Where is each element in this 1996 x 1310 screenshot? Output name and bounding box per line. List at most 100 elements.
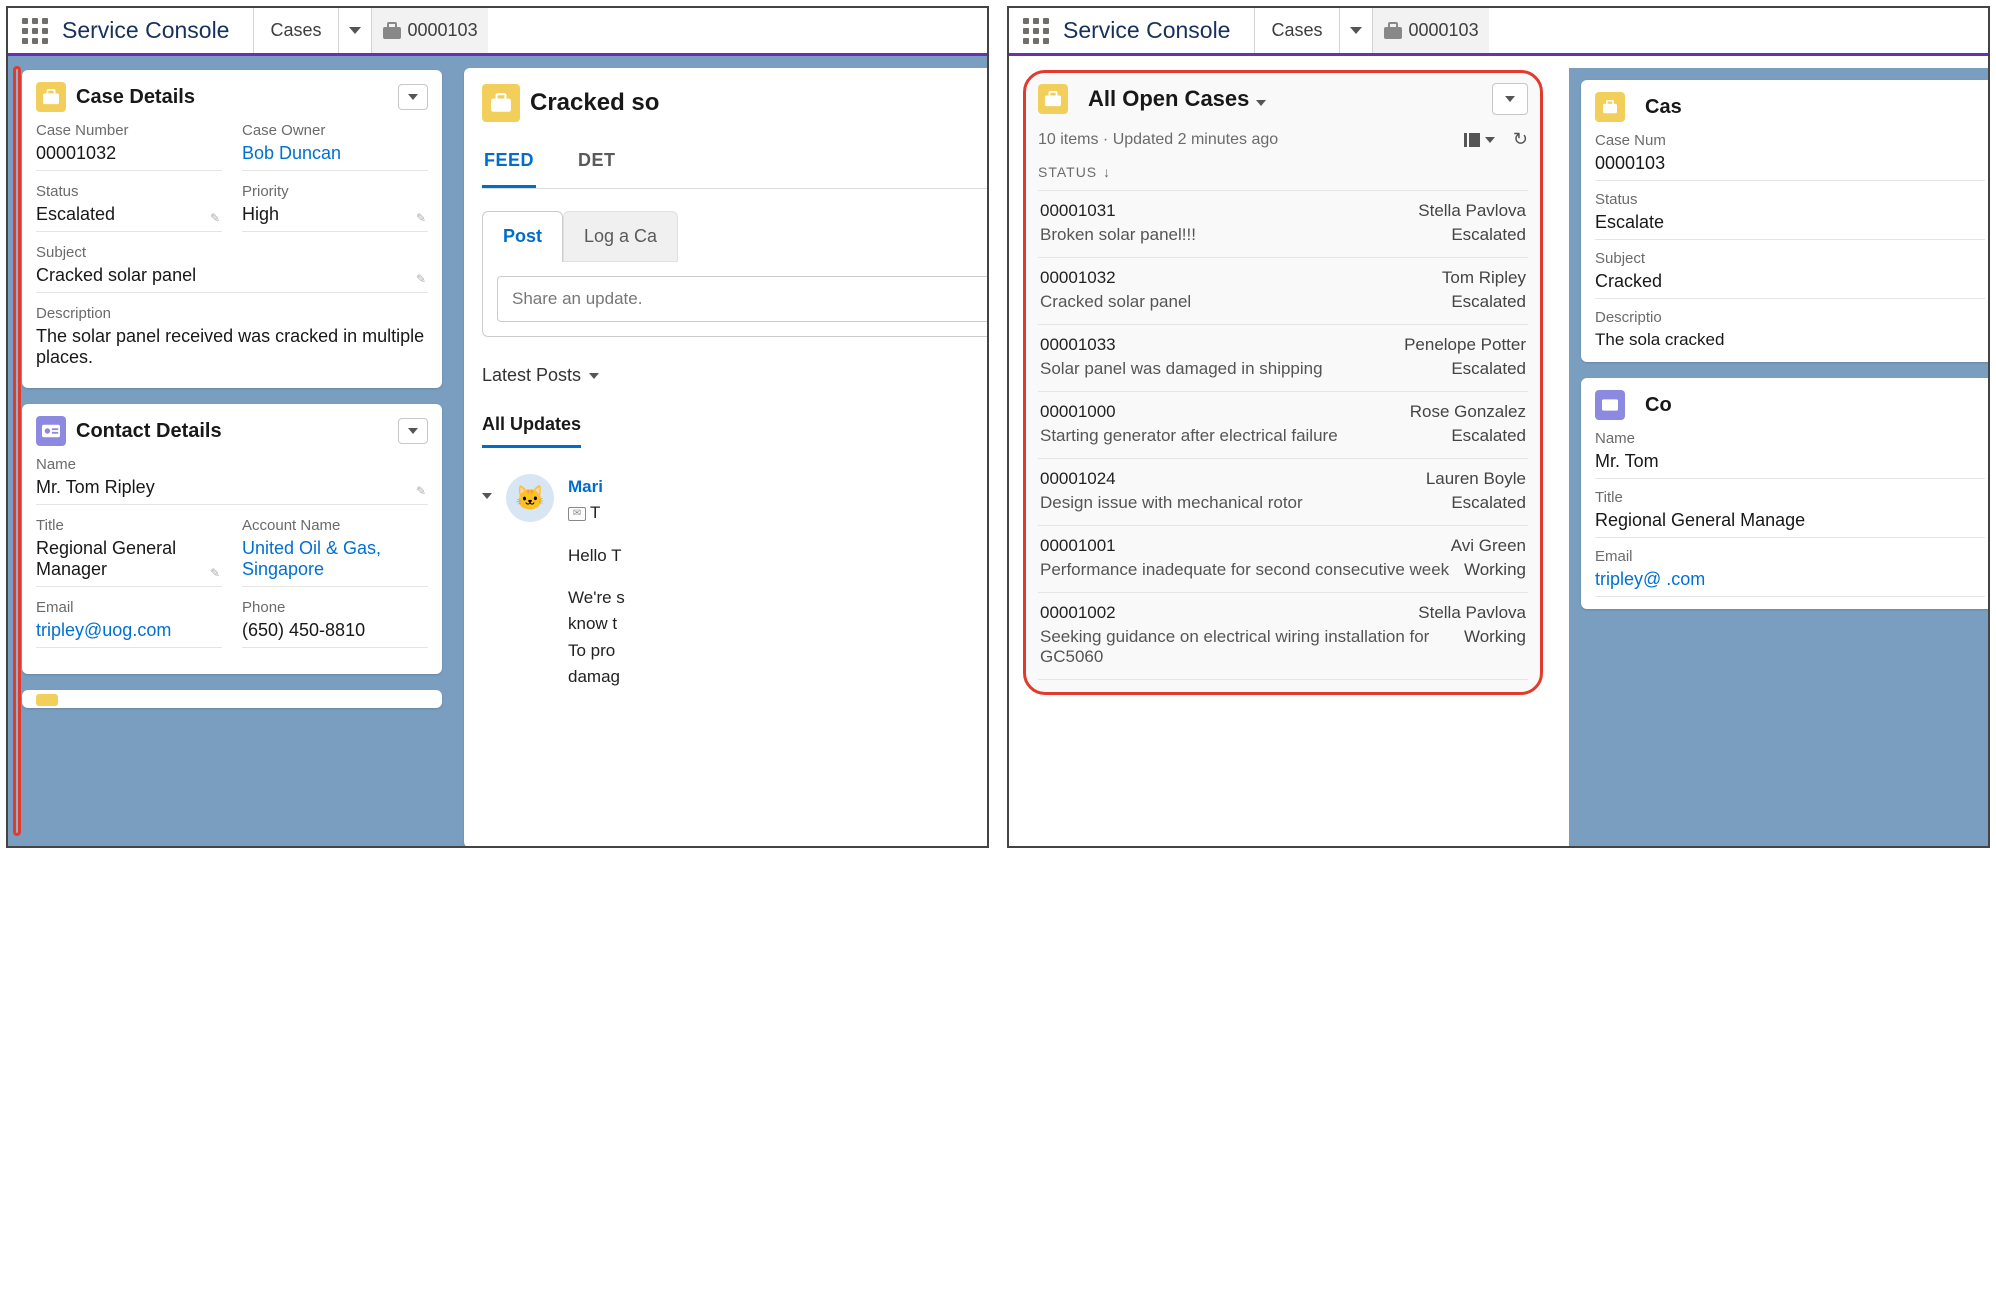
case-status: Escalated — [1451, 493, 1526, 513]
card-menu-button[interactable] — [398, 84, 428, 110]
composer-tabs: Post Log a Ca — [482, 211, 987, 262]
value-email[interactable]: tripley@ .com — [1595, 569, 1985, 597]
workspace: All Open Cases 10 items · Updated 2 minu… — [1009, 56, 1988, 846]
case-icon — [1595, 92, 1625, 122]
record-title: Cracked so — [530, 89, 659, 117]
case-number: 00001033 — [1040, 335, 1116, 355]
value-priority[interactable]: High✎ — [242, 204, 428, 232]
composer-box: Share an update. — [482, 262, 987, 337]
label-case-owner: Case Owner — [242, 122, 428, 139]
nav-dropdown[interactable] — [1339, 8, 1372, 53]
case-list-row[interactable]: 00001032Tom Ripley Cracked solar panelEs… — [1038, 258, 1528, 325]
tab-details[interactable]: DET — [576, 142, 618, 188]
column-header-status[interactable]: STATUS ↓ — [1038, 164, 1528, 191]
email-icon: ✉ — [568, 507, 586, 521]
value-account[interactable]: United Oil & Gas, Singapore — [242, 538, 428, 587]
card-header: Contact Details — [22, 404, 442, 456]
case-number: 00001032 — [1040, 268, 1116, 288]
value-phone[interactable]: (650) 450-8810 — [242, 620, 428, 648]
feed-line: To pro — [568, 638, 625, 664]
value-status[interactable]: Escalated✎ — [36, 204, 222, 232]
chevron-down-icon — [1350, 27, 1362, 34]
display-as-icon[interactable] — [1464, 133, 1495, 147]
nav-dropdown[interactable] — [338, 8, 371, 53]
value-email[interactable]: tripley@uog.com — [36, 620, 222, 648]
nav-tab-case[interactable]: 0000103 — [371, 8, 488, 53]
app-title: Service Console — [1063, 17, 1254, 44]
case-list-row[interactable]: 00001033Penelope Potter Solar panel was … — [1038, 325, 1528, 392]
case-number: 00001000 — [1040, 402, 1116, 422]
nav-item-cases[interactable]: Cases — [253, 8, 337, 53]
case-subject: Broken solar panel!!! — [1040, 225, 1196, 245]
value-case-number: 00001032 — [36, 143, 222, 171]
contact-details-card: Contact Details Name Mr. Tom Ripley✎ Tit… — [22, 404, 442, 674]
label-subject: Subject — [1595, 250, 1985, 267]
list-view-menu-button[interactable] — [1492, 83, 1528, 115]
value-subject[interactable]: Cracked solar panel✎ — [36, 265, 428, 293]
value-title[interactable]: Regional General Manager✎ — [36, 538, 222, 587]
composer-tab-post[interactable]: Post — [482, 211, 563, 262]
case-subject: Seeking guidance on electrical wiring in… — [1040, 627, 1464, 667]
tab-feed[interactable]: FEED — [482, 142, 536, 188]
feed-author[interactable]: Mari — [568, 477, 603, 496]
case-list-row[interactable]: 00001024Lauren Boyle Design issue with m… — [1038, 459, 1528, 526]
contact-icon — [1595, 390, 1625, 420]
value-status: Escalate — [1595, 212, 1985, 240]
value-description: The solar panel received was cracked in … — [36, 326, 428, 374]
share-update-input[interactable]: Share an update. — [497, 276, 987, 322]
nav-tab-label: 0000103 — [1409, 20, 1479, 41]
label-account: Account Name — [242, 517, 428, 534]
chevron-down-icon — [1485, 137, 1495, 143]
chevron-down-icon — [589, 373, 599, 379]
case-details-card: Cas Case Num 0000103 Status Escalate Sub… — [1581, 80, 1988, 362]
label-title: Title — [36, 517, 222, 534]
case-status: Escalated — [1451, 359, 1526, 379]
case-status: Working — [1464, 627, 1526, 667]
chevron-down-icon — [482, 493, 492, 499]
case-owner: Lauren Boyle — [1426, 469, 1526, 489]
case-number: 00001031 — [1040, 201, 1116, 221]
edit-icon[interactable]: ✎ — [416, 211, 426, 225]
feed-line: know t — [568, 611, 625, 637]
briefcase-icon — [1383, 22, 1403, 40]
card-stub — [22, 690, 442, 708]
card-menu-button[interactable] — [398, 418, 428, 444]
case-owner: Stella Pavlova — [1418, 201, 1526, 221]
edit-icon[interactable]: ✎ — [416, 272, 426, 286]
nav-item-cases[interactable]: Cases — [1254, 8, 1338, 53]
label-status: Status — [1595, 191, 1985, 208]
feed-filter[interactable]: Latest Posts — [482, 365, 987, 386]
case-subject: Performance inadequate for second consec… — [1040, 560, 1449, 580]
value-case-owner[interactable]: Bob Duncan — [242, 143, 428, 171]
app-launcher-icon[interactable] — [1023, 18, 1049, 44]
case-icon — [36, 82, 66, 112]
case-subject: Solar panel was damaged in shipping — [1040, 359, 1323, 379]
edit-icon[interactable]: ✎ — [210, 566, 220, 580]
feed-subtab-all-updates[interactable]: All Updates — [482, 414, 581, 448]
top-nav: Service Console Cases 0000103 — [1009, 8, 1988, 56]
case-list-row[interactable]: 00001000Rose Gonzalez Starting generator… — [1038, 392, 1528, 459]
case-list-row[interactable]: 00001031 Stella Pavlova Broken solar pane… — [1038, 191, 1528, 258]
composer-tab-log-call[interactable]: Log a Ca — [563, 211, 678, 262]
card-title: Case Details — [76, 86, 195, 109]
list-view-title[interactable]: All Open Cases — [1088, 86, 1266, 112]
nav-tab-case[interactable]: 0000103 — [1372, 8, 1489, 53]
case-list-row[interactable]: 00001002Stella Pavlova Seeking guidance … — [1038, 593, 1528, 680]
label-email: Email — [36, 599, 222, 616]
edit-icon[interactable]: ✎ — [210, 211, 220, 225]
filter-label: Latest Posts — [482, 365, 581, 386]
value-name[interactable]: Mr. Tom Ripley✎ — [36, 477, 428, 505]
nav-tab-label: 0000103 — [408, 20, 478, 41]
app-title: Service Console — [62, 17, 253, 44]
edit-icon[interactable]: ✎ — [416, 484, 426, 498]
expand-toggle[interactable] — [482, 482, 492, 505]
label-priority: Priority — [242, 183, 428, 200]
case-status: Escalated — [1451, 292, 1526, 312]
label-name: Name — [36, 456, 428, 473]
refresh-icon[interactable]: ↻ — [1513, 129, 1528, 150]
case-list-row[interactable]: 00001001Avi Green Performance inadequate… — [1038, 526, 1528, 593]
app-launcher-icon[interactable] — [22, 18, 48, 44]
sort-arrow-icon: ↓ — [1103, 164, 1111, 180]
card-title: Cas — [1645, 96, 1682, 119]
split-view-highlight — [13, 66, 21, 836]
